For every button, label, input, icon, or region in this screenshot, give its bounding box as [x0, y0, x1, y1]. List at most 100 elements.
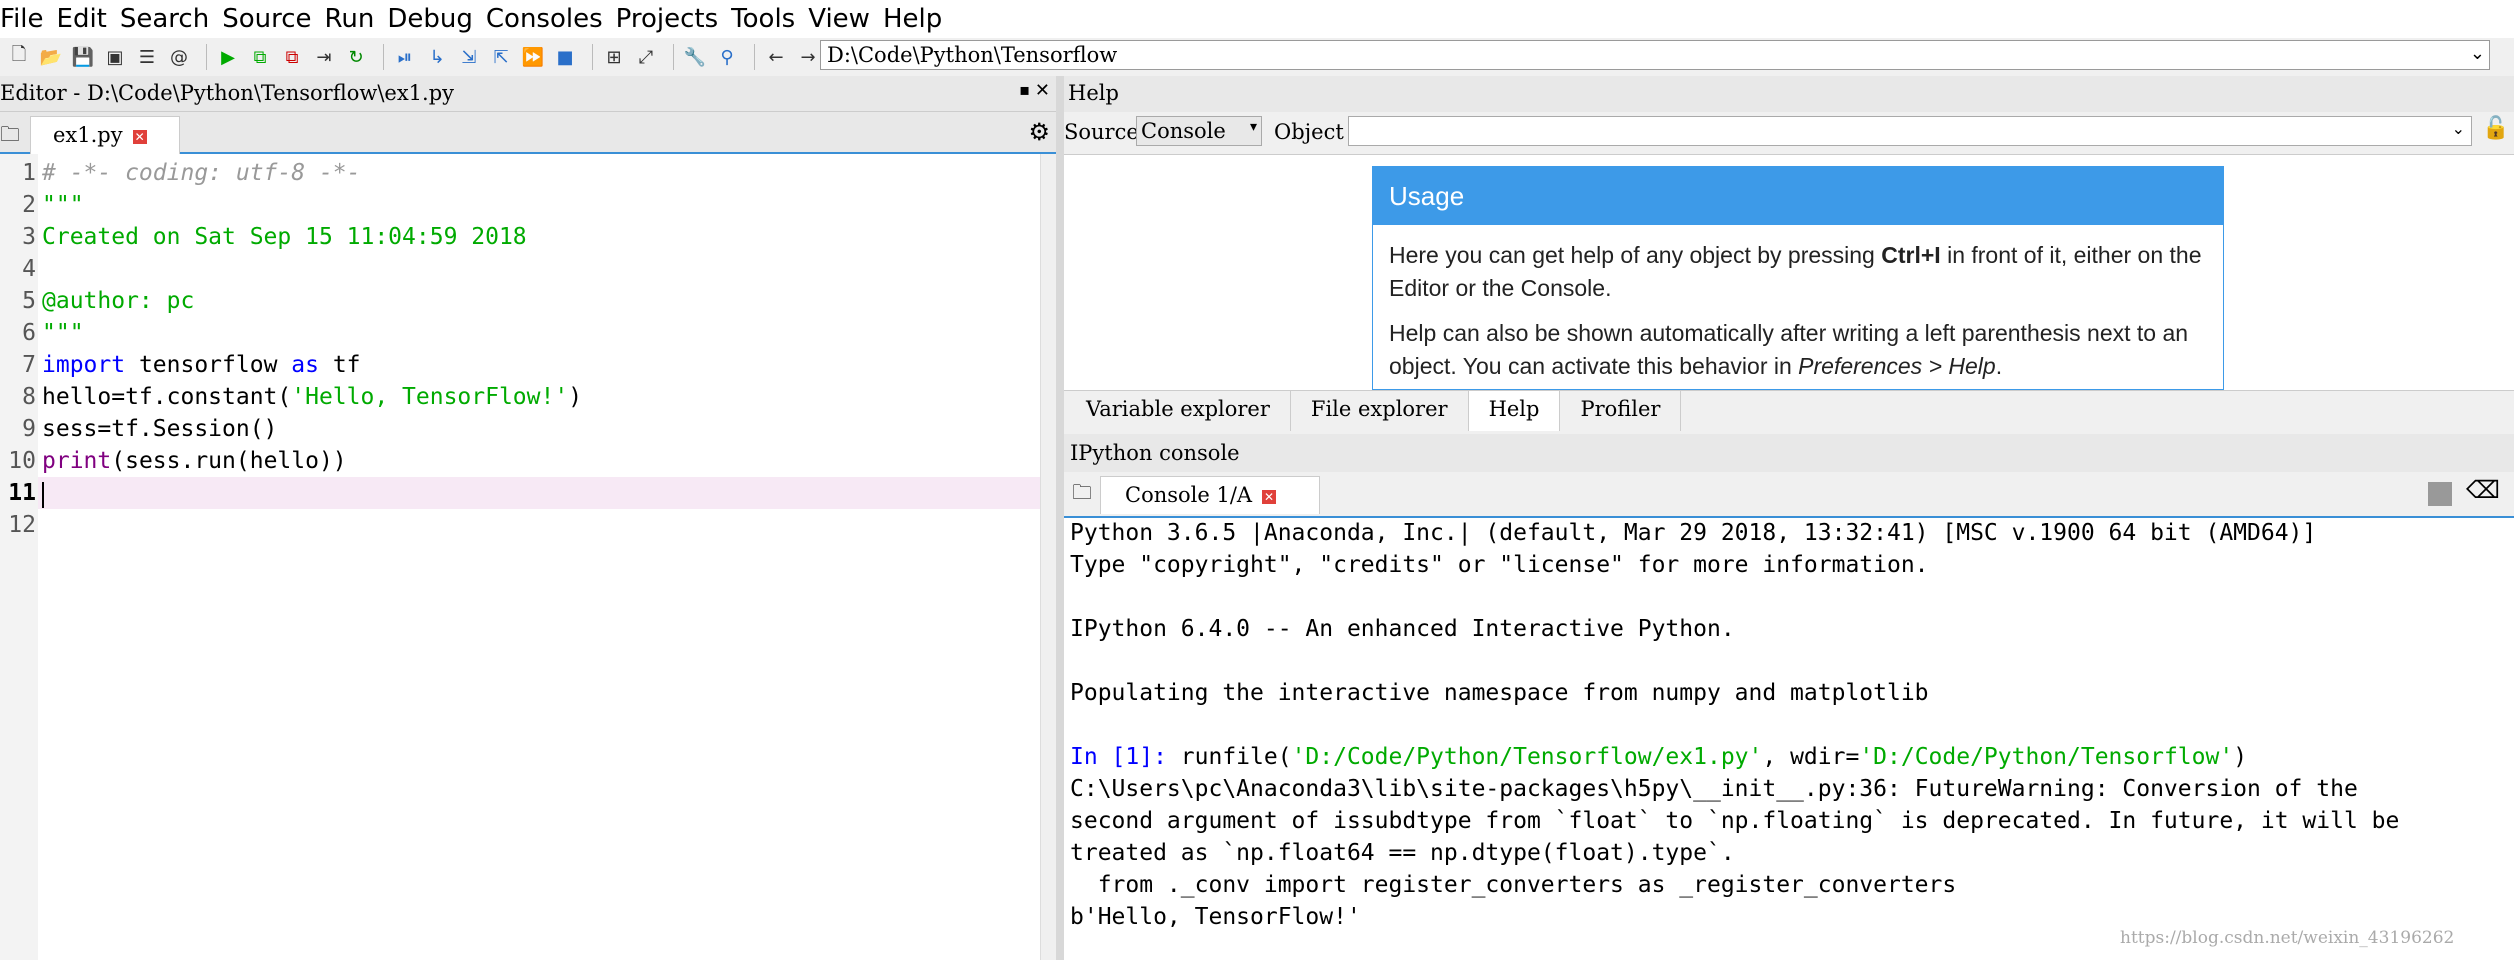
keyword: import: [42, 352, 126, 378]
chevron-down-icon[interactable]: ⌄: [2470, 43, 2485, 64]
code-token: hello=tf.constant(: [42, 384, 292, 410]
editor-title-text: Editor - D:\Code\Python\Tensorflow\ex1.p…: [0, 81, 455, 105]
line-number: 2: [22, 192, 36, 218]
menu-consoles[interactable]: Consoles: [486, 4, 608, 34]
lock-icon[interactable]: 🔓: [2482, 116, 2509, 141]
step-into-icon[interactable]: ⇲: [456, 44, 482, 70]
preferences-icon[interactable]: 🔧: [682, 44, 708, 70]
console-line: Type "copyright", "credits" or "license"…: [1070, 552, 1929, 578]
code-line: @author: pc: [42, 288, 195, 314]
console-line: b'Hello, TensorFlow!': [1070, 904, 1361, 930]
forward-arrow-icon[interactable]: →: [795, 44, 821, 70]
browse-tabs-icon[interactable]: 🗀: [1072, 478, 1092, 512]
pane-splitter[interactable]: [1056, 76, 1064, 960]
tab-help[interactable]: Help: [1468, 391, 1561, 431]
usage-shortcut: Ctrl+I: [1881, 242, 1941, 268]
open-folder-icon[interactable]: 📂: [38, 44, 64, 70]
console-tab-1a[interactable]: Console 1/A ✕: [1100, 476, 1320, 514]
code-line: print(sess.run(hello)): [42, 448, 347, 474]
step-return-icon[interactable]: ⇱: [488, 44, 514, 70]
run-cell-icon[interactable]: ⧉: [247, 44, 273, 70]
toolbar-divider: [383, 44, 384, 70]
run-cell-advance-icon[interactable]: ⧉: [279, 44, 305, 70]
console-text: runfile(: [1166, 744, 1292, 770]
python-path-icon[interactable]: ⚲: [714, 44, 740, 70]
console-line: second argument of issubdtype from `floa…: [1070, 808, 2400, 834]
at-icon[interactable]: @: [166, 44, 192, 70]
help-pane-title: Help: [1064, 76, 2514, 112]
rerun-icon[interactable]: ↻: [343, 44, 369, 70]
builtin-function: print: [42, 448, 112, 474]
save-icon[interactable]: 💾: [70, 44, 96, 70]
code-line: hello=tf.constant('Hello, TensorFlow!'): [42, 384, 582, 410]
menu-view[interactable]: View: [808, 4, 875, 34]
maximize-pane-icon[interactable]: ⊞: [601, 44, 627, 70]
run-selection-icon[interactable]: ⇥: [311, 44, 337, 70]
menu-help[interactable]: Help: [883, 4, 947, 34]
console-line: from ._conv import register_converters a…: [1070, 872, 1957, 898]
line-number: 1: [22, 160, 36, 186]
stop-console-icon[interactable]: [2428, 482, 2452, 506]
code-token: ): [568, 384, 583, 410]
console-text: ): [2233, 744, 2248, 770]
close-pane-icon[interactable]: ✕: [1035, 80, 1050, 101]
close-tab-icon[interactable]: ✕: [132, 129, 147, 144]
source-label: Source: [1064, 120, 1139, 144]
console-string: 'D:/Code/Python/Tensorflow': [1859, 744, 2234, 770]
code-editor[interactable]: [0, 154, 1056, 960]
editor-scrollbar[interactable]: [1040, 154, 1056, 960]
console-line: C:\Users\pc\Anaconda3\lib\site-packages\…: [1070, 776, 2358, 802]
stop-debug-icon[interactable]: ■: [552, 44, 578, 70]
line-number: 11: [8, 480, 36, 506]
usage-text: Here you can get help of any object by p…: [1389, 242, 1882, 268]
undock-icon[interactable]: ▪: [1019, 80, 1030, 99]
close-tab-icon[interactable]: ✕: [1262, 489, 1277, 504]
toolbar-divider: [673, 44, 674, 70]
continue-icon[interactable]: ⏩: [520, 44, 546, 70]
menu-edit[interactable]: Edit: [57, 4, 112, 34]
menu-tools[interactable]: Tools: [731, 4, 800, 34]
menu-source[interactable]: Source: [222, 4, 316, 34]
code-line: import tensorflow as tf: [42, 352, 361, 378]
code-token: (sess.run(hello)): [111, 448, 347, 474]
console-line: IPython 6.4.0 -- An enhanced Interactive…: [1070, 616, 1735, 642]
menu-search[interactable]: Search: [120, 4, 214, 34]
tab-profiler[interactable]: Profiler: [1560, 391, 1682, 431]
step-icon[interactable]: ↳: [424, 44, 450, 70]
options-gear-icon[interactable]: ⚙: [1028, 118, 1050, 146]
eraser-icon[interactable]: ⌫: [2466, 476, 2500, 504]
toolbar-divider: [206, 44, 207, 70]
back-arrow-icon[interactable]: ←: [763, 44, 789, 70]
current-line-highlight: [38, 477, 1040, 509]
object-combo[interactable]: ⌄: [1348, 116, 2472, 146]
usage-text: .: [1995, 353, 2003, 379]
text-cursor: [42, 482, 44, 508]
line-number: 9: [22, 416, 36, 442]
menu-debug[interactable]: Debug: [387, 4, 478, 34]
object-label: Object: [1274, 120, 1344, 144]
menu-bar: File Edit Search Source Run Debug Consol…: [0, 0, 2514, 38]
menu-projects[interactable]: Projects: [616, 4, 724, 34]
source-select[interactable]: Console ▾: [1136, 116, 1262, 146]
editor-tab-label: ex1.py: [53, 123, 123, 147]
run-icon[interactable]: ▶: [215, 44, 241, 70]
pane-tab-bar: Variable explorer File explorer Help Pro…: [1064, 390, 2514, 431]
line-number: 3: [22, 224, 36, 250]
fullscreen-icon[interactable]: ⤢: [633, 44, 659, 70]
new-file-icon[interactable]: 🗋: [6, 44, 32, 70]
menu-file[interactable]: File: [0, 4, 49, 34]
code-line: Created on Sat Sep 15 11:04:59 2018: [42, 224, 527, 250]
browse-tabs-icon[interactable]: 🗀: [0, 120, 20, 154]
working-directory-combo[interactable]: D:\Code\Python\Tensorflow ⌄: [820, 40, 2490, 70]
console-line: Populating the interactive namespace fro…: [1070, 680, 1929, 706]
console-string: 'D:/Code/Python/Tensorflow/ex1.py': [1291, 744, 1763, 770]
editor-tab-ex1[interactable]: ex1.py ✕: [30, 116, 180, 154]
debug-icon[interactable]: ⏯: [392, 44, 418, 70]
tab-variable-explorer[interactable]: Variable explorer: [1064, 391, 1291, 431]
console-line: treated as `np.float64 == np.dtype(float…: [1070, 840, 1735, 866]
list-icon[interactable]: ☰: [134, 44, 160, 70]
source-select-value: Console: [1141, 119, 1226, 143]
save-all-icon[interactable]: ▣: [102, 44, 128, 70]
tab-file-explorer[interactable]: File explorer: [1291, 391, 1469, 431]
menu-run[interactable]: Run: [325, 4, 380, 34]
